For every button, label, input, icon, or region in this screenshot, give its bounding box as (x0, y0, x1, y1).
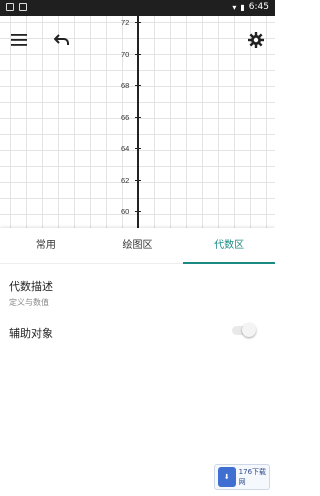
y-tick-mark (135, 53, 141, 55)
tab-algebra-area[interactable]: 代数区 (183, 228, 275, 264)
algebra-description-value: 定义与数值 (9, 298, 49, 307)
tab-bar: 常用 绘图区 代数区 (0, 228, 275, 264)
notification-icon (6, 3, 14, 11)
watermark-logo-icon: ⬇ (218, 467, 236, 487)
y-tick-mark (135, 211, 141, 212)
y-tick-mark (135, 148, 141, 149)
watermark-text: 176下载网 (238, 468, 267, 486)
settings-button[interactable] (246, 30, 266, 50)
hamburger-menu-icon (11, 34, 27, 46)
status-bar: ▾ ▮ 6:45 (0, 0, 275, 16)
y-tick-label: 62 (121, 175, 130, 185)
gear-icon (248, 32, 264, 48)
tab-common[interactable]: 常用 (0, 228, 92, 263)
undo-icon (54, 34, 69, 45)
app-screen: ▾ ▮ 6:45 72 70 68 66 64 62 60 常用 绘图区 代数区… (0, 0, 275, 496)
y-tick-label: 66 (121, 112, 130, 122)
y-tick-label: 60 (121, 207, 130, 216)
bottom-panel: 常用 绘图区 代数区 代数描述 定义与数值 辅助对象 (0, 228, 275, 496)
y-tick-mark (135, 85, 141, 86)
y-tick-label: 68 (121, 81, 130, 90)
y-tick-label: 70 (121, 49, 130, 59)
y-tick-mark (135, 179, 141, 181)
status-time: 6:45 (248, 2, 269, 12)
wifi-icon: ▾ (232, 2, 237, 12)
y-tick-mark (135, 116, 141, 118)
notification-icon (19, 3, 27, 11)
algebra-description-title: 代数描述 (9, 280, 53, 293)
y-axis (137, 16, 139, 228)
graphing-canvas[interactable]: 72 70 68 66 64 62 60 (0, 16, 275, 228)
watermark-badge: ⬇ 176下载网 (214, 464, 270, 490)
toggle-knob (242, 323, 256, 337)
auxiliary-objects-label: 辅助对象 (9, 327, 53, 340)
auxiliary-objects-toggle[interactable] (232, 323, 256, 337)
y-tick-label: 64 (121, 144, 130, 153)
menu-button[interactable] (9, 30, 29, 50)
undo-button[interactable] (52, 30, 72, 50)
y-tick-mark (135, 22, 141, 23)
tab-drawing-area[interactable]: 绘图区 (92, 228, 184, 263)
battery-icon: ▮ (240, 2, 245, 12)
y-tick-label: 72 (121, 18, 130, 27)
algebra-description-setting[interactable]: 代数描述 定义与数值 (9, 278, 53, 308)
